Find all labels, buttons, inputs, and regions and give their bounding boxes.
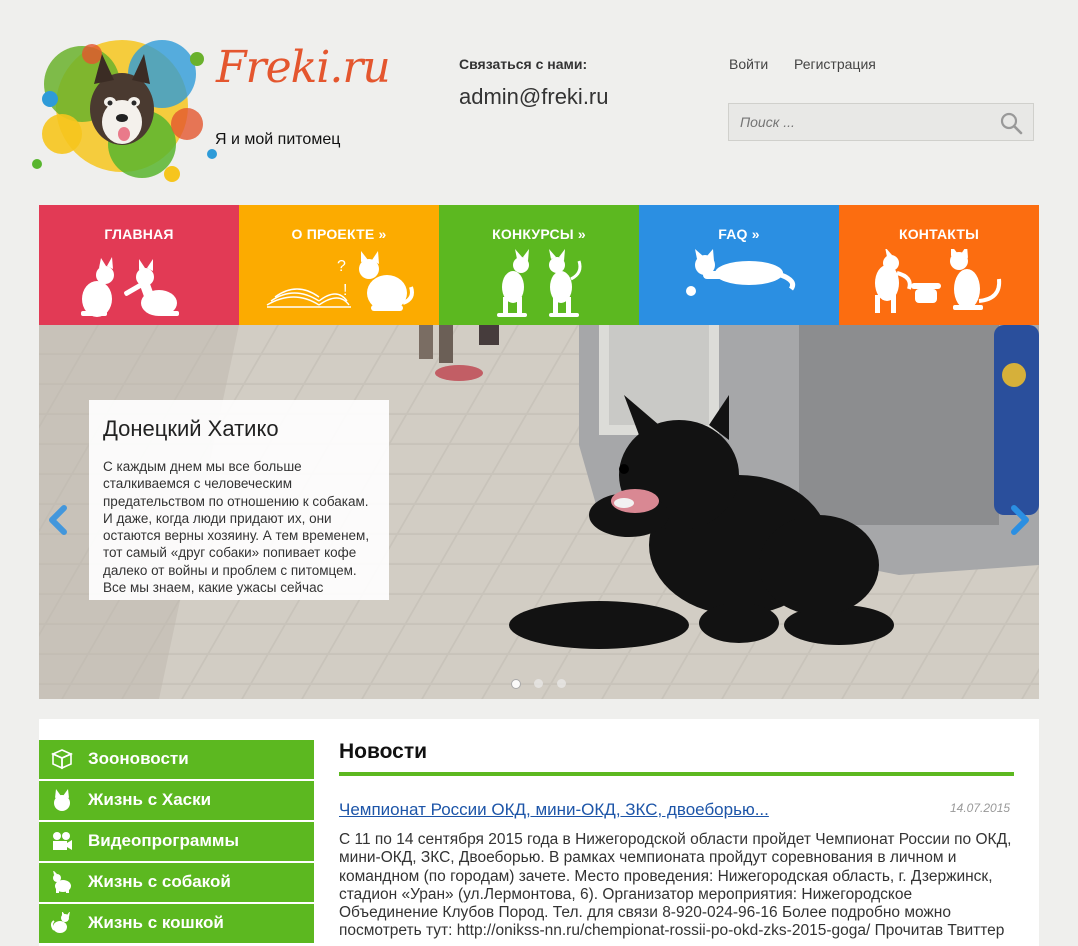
sidebar-item-label: Видеопрограммы bbox=[88, 831, 239, 850]
news-item-text: С 11 по 14 сентября 2015 года в Нижегоро… bbox=[339, 831, 1012, 940]
sidebar-item-zoonews[interactable]: Зооновости bbox=[39, 740, 314, 779]
news-item-title-link[interactable]: Чемпионат России ОКД, мини-ОКД, ЗКС, дво… bbox=[339, 800, 769, 820]
slider-dot-3[interactable] bbox=[557, 679, 566, 688]
search-input[interactable] bbox=[729, 104, 1011, 140]
slider-dot-1[interactable] bbox=[511, 679, 521, 689]
news-heading: Новости bbox=[339, 740, 428, 763]
contact-email[interactable]: admin@freki.ru bbox=[459, 84, 609, 110]
sidebar-item-dog[interactable]: Жизнь с собакой bbox=[39, 863, 314, 902]
nav-home[interactable]: ГЛАВНАЯ bbox=[39, 205, 239, 325]
slider-next-arrow-icon[interactable] bbox=[1008, 505, 1032, 535]
husky-icon bbox=[54, 789, 70, 811]
sidebar-item-husky[interactable]: Жизнь с Хаски bbox=[39, 781, 314, 820]
nav-contests-label: КОНКУРСЫ » bbox=[492, 226, 586, 242]
slide-title[interactable]: Донецкий Хатико bbox=[103, 416, 279, 442]
slide-caption[interactable]: Донецкий Хатико С каждым днем мы все бол… bbox=[89, 400, 389, 600]
slider-dot-2[interactable] bbox=[534, 679, 543, 688]
register-link[interactable]: Регистрация bbox=[794, 56, 876, 72]
cats-playing-icon bbox=[81, 257, 179, 317]
nav-home-label: ГЛАВНАЯ bbox=[104, 226, 174, 242]
news-item-date: 14.07.2015 bbox=[950, 801, 1011, 815]
nav-contests[interactable]: КОНКУРСЫ » bbox=[439, 205, 639, 325]
nav-faq[interactable]: FAQ » bbox=[639, 205, 839, 325]
phone-animals-icon bbox=[875, 249, 1002, 313]
slider-prev-arrow-icon[interactable] bbox=[46, 505, 70, 535]
nav-contacts-label: КОНТАКТЫ bbox=[898, 226, 980, 242]
cat-icon bbox=[51, 912, 70, 933]
svg-text:?: ? bbox=[337, 258, 346, 275]
sidebar-item-video[interactable]: Видеопрограммы bbox=[39, 822, 314, 861]
nav-about-label: О ПРОЕКТЕ » bbox=[291, 226, 387, 242]
slide-text: С каждым днем мы все больше сталкиваемся… bbox=[103, 459, 370, 600]
tagline: Я и мой питомец bbox=[215, 131, 341, 148]
nav-about[interactable]: О ПРОЕКТЕ » ? ! bbox=[239, 205, 439, 325]
box-icon bbox=[51, 749, 73, 770]
dogs-standing-icon bbox=[497, 249, 582, 317]
cat-lying-icon bbox=[686, 249, 796, 296]
nav-faq-label: FAQ » bbox=[718, 226, 760, 242]
login-link[interactable]: Войти bbox=[729, 56, 768, 72]
site-logo[interactable] bbox=[22, 14, 362, 194]
nav-contacts[interactable]: КОНТАКТЫ bbox=[839, 205, 1039, 325]
search-box bbox=[728, 103, 1034, 141]
svg-text:!: ! bbox=[343, 282, 347, 299]
news-divider bbox=[339, 772, 1014, 776]
cat-book-icon: ? ! bbox=[266, 251, 414, 311]
camera-icon bbox=[53, 832, 72, 850]
dog-icon bbox=[53, 871, 71, 893]
sidebar-item-cat[interactable]: Жизнь с кошкой bbox=[39, 904, 314, 943]
contact-label: Связаться с нами: bbox=[459, 56, 588, 72]
husky-logo-icon bbox=[32, 40, 217, 182]
sidebar-item-label: Жизнь с Хаски bbox=[88, 790, 212, 809]
brand-name[interactable]: Freki.ru bbox=[216, 42, 391, 93]
sidebar-item-label: Жизнь с кошкой bbox=[88, 913, 224, 932]
sidebar-item-label: Жизнь с собакой bbox=[88, 872, 231, 891]
search-icon[interactable] bbox=[999, 111, 1023, 135]
sidebar-item-label: Зооновости bbox=[88, 749, 189, 768]
